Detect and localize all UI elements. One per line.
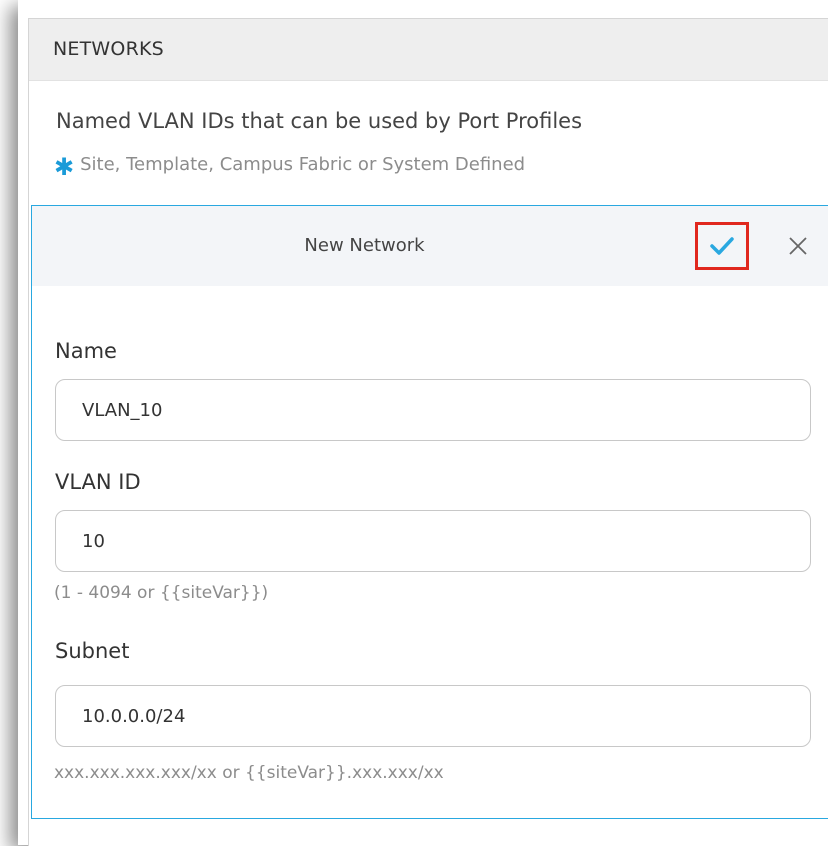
name-label: Name bbox=[55, 339, 117, 363]
close-icon bbox=[789, 237, 807, 255]
vlan-id-label: VLAN ID bbox=[55, 470, 141, 494]
new-network-panel: New Network Name VLAN ID (1 - 4094 or {{… bbox=[31, 205, 828, 819]
panel-title: New Network bbox=[304, 235, 425, 256]
section-note: ✱ Site, Template, Campus Fabric or System… bbox=[54, 153, 525, 181]
save-button[interactable] bbox=[695, 222, 749, 270]
subnet-label: Subnet bbox=[55, 639, 130, 663]
asterisk-icon: ✱ bbox=[54, 153, 75, 181]
section-note-text: Site, Template, Campus Fabric or System … bbox=[80, 154, 526, 175]
close-button[interactable] bbox=[780, 228, 816, 264]
section-title: NETWORKS bbox=[53, 38, 164, 60]
checkmark-icon bbox=[710, 237, 734, 255]
section-description: Named VLAN IDs that can be used by Port … bbox=[56, 109, 583, 133]
section-header: NETWORKS bbox=[29, 19, 828, 81]
vlan-id-hint: (1 - 4094 or {{siteVar}}) bbox=[54, 583, 269, 603]
name-input[interactable] bbox=[55, 379, 811, 441]
subnet-hint: xxx.xxx.xxx.xxx/xx or {{siteVar}}.xxx.xx… bbox=[54, 763, 444, 783]
vlan-id-input[interactable] bbox=[55, 510, 811, 572]
subnet-input[interactable] bbox=[55, 685, 811, 747]
panel-header: New Network bbox=[32, 206, 828, 286]
